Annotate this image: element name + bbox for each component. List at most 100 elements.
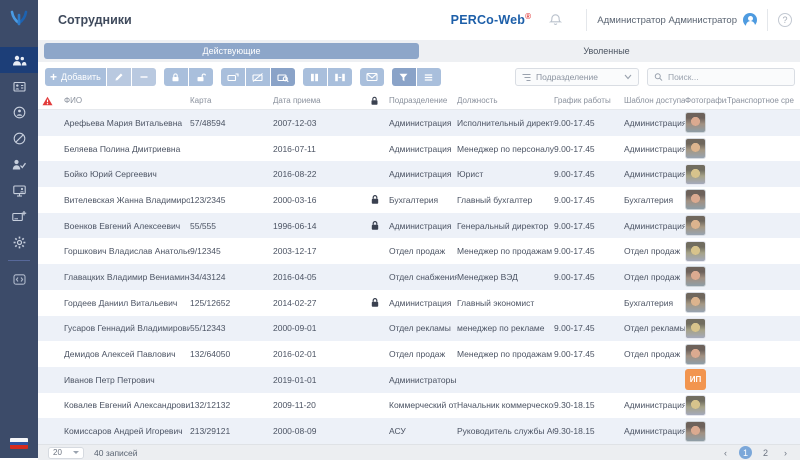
help-button[interactable]: ? (778, 13, 792, 27)
employee-access-template: Бухгалтерия (624, 298, 685, 308)
card-transfer-button[interactable] (221, 68, 245, 86)
next-page-button[interactable]: › (779, 446, 792, 459)
edit-button[interactable] (107, 68, 131, 86)
table-row[interactable]: Беляева Полина Дмитриевна2016-07-11Админ… (38, 136, 800, 162)
column-header-transport[interactable]: Транспортное сре (727, 96, 800, 105)
table-row[interactable]: Главацких Владимир Вениаминович34/431242… (38, 264, 800, 290)
pencil-icon (114, 72, 124, 82)
employee-photo-cell (685, 266, 727, 287)
tab-active-employees[interactable]: Действующие (44, 43, 419, 59)
employee-access-template: Администрация (624, 221, 685, 231)
perco-logo[interactable] (8, 9, 30, 31)
filter-button[interactable] (392, 68, 416, 86)
table-row[interactable]: Военков Евгений Алексеевич55/5551996-06-… (38, 213, 800, 239)
employee-photo (685, 395, 706, 416)
employee-position: Менеджер по персоналу (457, 144, 554, 154)
sidebar-item-card-order[interactable] (0, 203, 38, 229)
department-filter-dropdown[interactable]: Подразделение (515, 68, 639, 86)
column-header-photo[interactable]: Фотография (685, 96, 727, 105)
page-size-select[interactable]: 20 (48, 447, 84, 459)
unlock-access-button[interactable] (189, 68, 213, 86)
column-header-lock[interactable] (360, 96, 389, 106)
page-button-1[interactable]: 1 (739, 446, 752, 459)
send-message-button[interactable] (360, 68, 384, 86)
table-row[interactable]: Демидов Алексей Павлович132/640502016-02… (38, 341, 800, 367)
warning-icon (42, 96, 53, 106)
table-row[interactable]: Вителевская Жанна Владимировна123/234520… (38, 187, 800, 213)
employee-hire-date: 2016-04-05 (273, 272, 360, 282)
search-input[interactable] (668, 72, 788, 82)
sidebar-item-console[interactable] (0, 266, 38, 292)
notifications-button[interactable] (549, 13, 562, 27)
sidebar-item-time-attendance[interactable] (0, 99, 38, 125)
table-row[interactable]: Комиссаров Андрей Игоревич213/291212000-… (38, 418, 800, 444)
employee-department: Бухгалтерия (389, 195, 457, 205)
employee-photo-cell (685, 318, 727, 339)
employee-initials-badge: ИП (685, 369, 706, 390)
sidebar-item-access-control[interactable] (0, 151, 38, 177)
table-row[interactable]: Горшкович Владислав Анатольевич9/1234520… (38, 238, 800, 264)
employee-card: 55/12343 (190, 323, 273, 333)
employee-schedule: 9.00-17.45 (554, 144, 624, 154)
employee-hire-date: 2000-08-09 (273, 426, 360, 436)
employee-photo-cell (685, 164, 727, 185)
employee-schedule: 9.00-17.45 (554, 169, 624, 179)
minus-icon (139, 72, 149, 82)
card-block-button[interactable] (246, 68, 270, 86)
sidebar-item-monitoring[interactable] (0, 177, 38, 203)
language-flag-ru[interactable] (10, 438, 28, 449)
sidebar-item-verification[interactable] (0, 125, 38, 151)
tabs-bar: Действующие Уволенные (38, 40, 800, 62)
table-row[interactable]: Бойко Юрий Сергеевич2016-08-22Администра… (38, 161, 800, 187)
employee-department: Администрация (389, 118, 457, 128)
employee-hire-date: 2007-12-03 (273, 118, 360, 128)
column-header-fio[interactable]: ФИО (56, 96, 190, 105)
tab-dismissed-employees[interactable]: Уволенные (419, 46, 794, 56)
table-row[interactable]: Арефьева Мария Витальевна57/485942007-12… (38, 110, 800, 136)
column-header-schedule[interactable]: График работы (554, 96, 624, 105)
prev-page-button[interactable]: ‹ (719, 446, 732, 459)
add-button[interactable]: + Добавить (45, 68, 106, 86)
table-row[interactable]: Ковалев Евгений Александрович132/1213220… (38, 393, 800, 419)
employee-name: Горшкович Владислав Анатольевич (56, 246, 190, 256)
table-row[interactable]: Гусаров Геннадий Владимирович55/12343200… (38, 316, 800, 342)
user-menu[interactable]: Администратор Администратор (597, 13, 757, 27)
card-search-button[interactable] (271, 68, 295, 86)
filter-icon (398, 72, 409, 83)
user-avatar-icon (743, 13, 757, 27)
sidebar (0, 0, 38, 458)
footer-bar: 20 40 записей ‹ 1 2 › (38, 444, 800, 460)
employee-hire-date: 2014-02-27 (273, 298, 360, 308)
column-header-hired[interactable]: Дата приема (273, 96, 360, 105)
lock-access-button[interactable] (164, 68, 188, 86)
column-header-department[interactable]: Подразделение (389, 96, 457, 105)
table-header: ФИО Карта Дата приема Подразделение Долж… (38, 92, 800, 110)
employee-access-template: Администрация (624, 426, 685, 436)
page-button-2[interactable]: 2 (759, 446, 772, 459)
table-row[interactable]: Иванов Петр Петрович2019-01-01Администра… (38, 367, 800, 393)
employee-schedule: 9.30-18.15 (554, 426, 624, 436)
sidebar-item-employees[interactable] (0, 47, 38, 73)
column-header-position[interactable]: Должность (457, 96, 554, 105)
employee-photo-cell: ИП (685, 369, 727, 390)
column-header-template[interactable]: Шаблон доступа (624, 96, 685, 105)
dismiss-button[interactable] (132, 68, 156, 86)
sidebar-item-settings[interactable] (0, 229, 38, 255)
table-row[interactable]: Гордеев Даниил Витальевич125/126522014-0… (38, 290, 800, 316)
employee-name: Ковалев Евгений Александрович (56, 400, 190, 410)
list-settings-button[interactable] (417, 68, 441, 86)
employee-department: Администрация (389, 144, 457, 154)
merge-columns-button[interactable] (328, 68, 352, 86)
column-header-card[interactable]: Карта (190, 96, 273, 105)
employee-photo (685, 421, 706, 442)
divider (767, 9, 768, 31)
employee-card: 132/64050 (190, 349, 273, 359)
employee-name: Бойко Юрий Сергеевич (56, 169, 190, 179)
sidebar-item-id-cards[interactable] (0, 73, 38, 99)
records-count-label: 40 записей (94, 448, 138, 458)
employee-photo-cell (685, 241, 727, 262)
top-bar: Сотрудники PERCo-Web® Администратор Адми… (38, 0, 800, 40)
alert-column-header[interactable] (38, 96, 56, 106)
lock-icon (370, 220, 380, 231)
columns-view-button[interactable] (303, 68, 327, 86)
